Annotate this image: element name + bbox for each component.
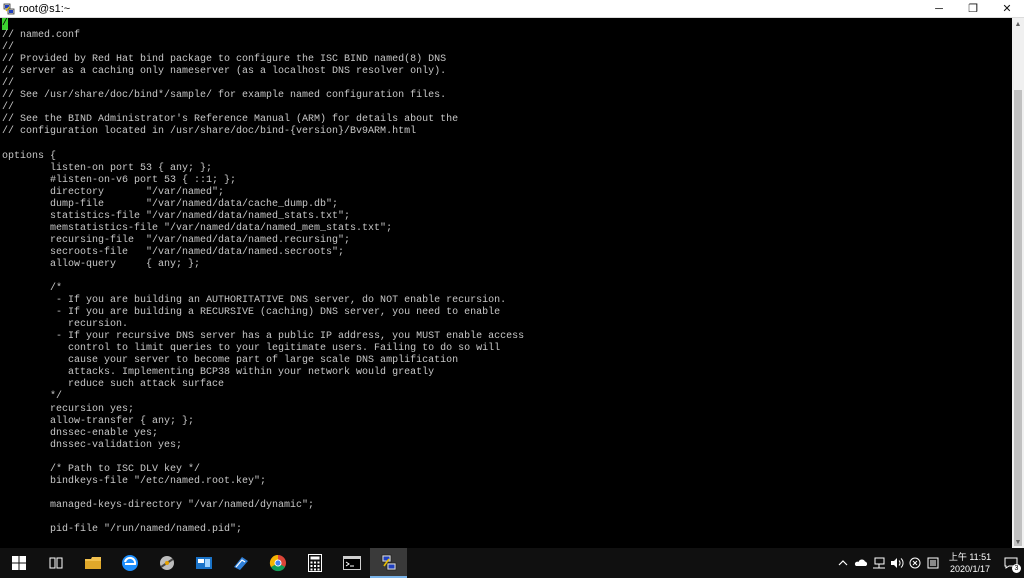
window-title: root@s1:~ [19, 2, 71, 15]
remote-desktop-button[interactable] [222, 548, 259, 578]
clock[interactable]: 上午 11:51 2020/1/17 [944, 551, 996, 575]
terminal-view[interactable]: /// named.conf//// Provided by Red Hat b… [0, 18, 1012, 548]
terminal-line: // server as a caching only nameserver (… [2, 66, 447, 78]
mail-button[interactable] [185, 548, 222, 578]
system-tray: 上午 11:51 2020/1/17 3 [834, 548, 1024, 578]
terminal-cursor: / [2, 18, 9, 31]
calculator-button[interactable] [296, 548, 333, 578]
chevron-up-icon[interactable] [834, 548, 852, 578]
terminal-line: options { [2, 150, 57, 162]
action-center-button[interactable]: 3 [998, 548, 1024, 578]
terminal-line: listen-on port 53 { any; }; [2, 162, 213, 174]
terminal-line: // See /usr/share/doc/bind*/sample/ for … [2, 90, 447, 102]
file-explorer-button[interactable] [74, 548, 111, 578]
chrome-icon [269, 554, 286, 572]
scroll-down-arrow-icon[interactable]: ▼ [1012, 536, 1024, 548]
putty-icon [381, 554, 396, 571]
terminal-line: statistics-file "/var/named/data/named_s… [2, 210, 351, 222]
network-tool-icon [159, 556, 174, 570]
minimize-button[interactable]: ─ [922, 0, 956, 17]
edge-button[interactable] [111, 548, 148, 578]
terminal-line: secroots-file "/var/named/data/named.sec… [2, 246, 345, 258]
terminal-line: memstatistics-file "/var/named/data/name… [2, 222, 393, 234]
terminal-line: managed-keys-directory "/var/named/dynam… [2, 499, 315, 511]
terminal-line: recursion yes; [2, 403, 135, 415]
notification-count-badge: 3 [1012, 564, 1021, 573]
remote-icon [233, 557, 248, 570]
terminal-line: / [2, 18, 1012, 31]
start-button[interactable] [0, 548, 37, 578]
window-controls: ─ ❐ ✕ [922, 0, 1024, 17]
clock-time: 上午 11:51 [948, 552, 992, 562]
input-method-icon[interactable] [924, 548, 942, 578]
terminal-line: dump-file "/var/named/data/cache_dump.db… [2, 198, 339, 210]
terminal-line: attacks. Implementing BCP38 within your … [2, 367, 435, 379]
clock-date: 2020/1/17 [949, 564, 991, 574]
terminal-line: dnssec-enable yes; [2, 427, 159, 439]
terminal-line: allow-transfer { any; }; [2, 415, 195, 427]
terminal-line: reduce such attack surface [2, 379, 225, 391]
terminal-line: // [2, 78, 15, 90]
console-icon [342, 556, 361, 570]
terminal-line: recursing-file "/var/named/data/named.re… [2, 234, 351, 246]
window-title-bar[interactable]: root@s1:~ ─ ❐ ✕ [0, 0, 1024, 18]
edge-icon [121, 555, 138, 571]
status-x-icon[interactable] [906, 548, 924, 578]
terminal-line: // [2, 102, 15, 114]
folder-icon [84, 557, 101, 569]
terminal-line: // named.conf [2, 30, 81, 42]
terminal-line: // [2, 42, 15, 54]
putty-button[interactable] [370, 548, 407, 578]
console-button[interactable] [333, 548, 370, 578]
close-button[interactable]: ✕ [990, 0, 1024, 17]
terminal-text: /// named.conf//// Provided by Red Hat b… [0, 18, 1012, 548]
putty-app-icon[interactable] [3, 3, 15, 15]
terminal-line: pid-file "/run/named/named.pid"; [2, 523, 243, 535]
terminal-line: - If you are building a RECURSIVE (cachi… [2, 307, 501, 319]
task-view-icon [49, 557, 62, 569]
taskbar: 上午 11:51 2020/1/17 3 [0, 548, 1024, 578]
terminal-line: cause your server to become part of larg… [2, 355, 459, 367]
terminal-line: directory "/var/named"; [2, 186, 225, 198]
volume-icon[interactable] [888, 548, 906, 578]
terminal-line: control to limit queries to your legitim… [2, 343, 501, 355]
terminal-line: - If your recursive DNS server has a pub… [2, 331, 525, 343]
onedrive-cloud-icon[interactable] [852, 548, 870, 578]
windows-logo-icon [11, 556, 26, 570]
terminal-line: */ [2, 391, 63, 403]
network-icon[interactable] [870, 548, 888, 578]
mail-icon [195, 557, 212, 569]
vertical-scrollbar[interactable]: ▲ ▼ [1012, 18, 1024, 548]
terminal-line: recursion. [2, 319, 129, 331]
terminal-line: // Provided by Red Hat bind package to c… [2, 54, 447, 66]
calculator-icon [307, 554, 322, 572]
restore-button[interactable]: ❐ [956, 0, 990, 17]
terminal-line: bindkeys-file "/etc/named.root.key"; [2, 475, 267, 487]
terminal-line: - If you are building an AUTHORITATIVE D… [2, 295, 507, 307]
terminal-line: dnssec-validation yes; [2, 439, 183, 451]
terminal-line: allow-query { any; }; [2, 258, 201, 270]
scroll-up-arrow-icon[interactable]: ▲ [1012, 18, 1024, 30]
network-tool-button[interactable] [148, 548, 185, 578]
terminal-line: // See the BIND Administrator's Referenc… [2, 114, 459, 126]
terminal-line: // configuration located in /usr/share/d… [2, 126, 417, 138]
terminal-line: #listen-on-v6 port 53 { ::1; }; [2, 174, 237, 186]
terminal-line: /* [2, 283, 63, 295]
scroll-thumb[interactable] [1014, 90, 1022, 546]
task-view-button[interactable] [37, 548, 74, 578]
chrome-button[interactable] [259, 548, 296, 578]
terminal-line: /* Path to ISC DLV key */ [2, 463, 201, 475]
